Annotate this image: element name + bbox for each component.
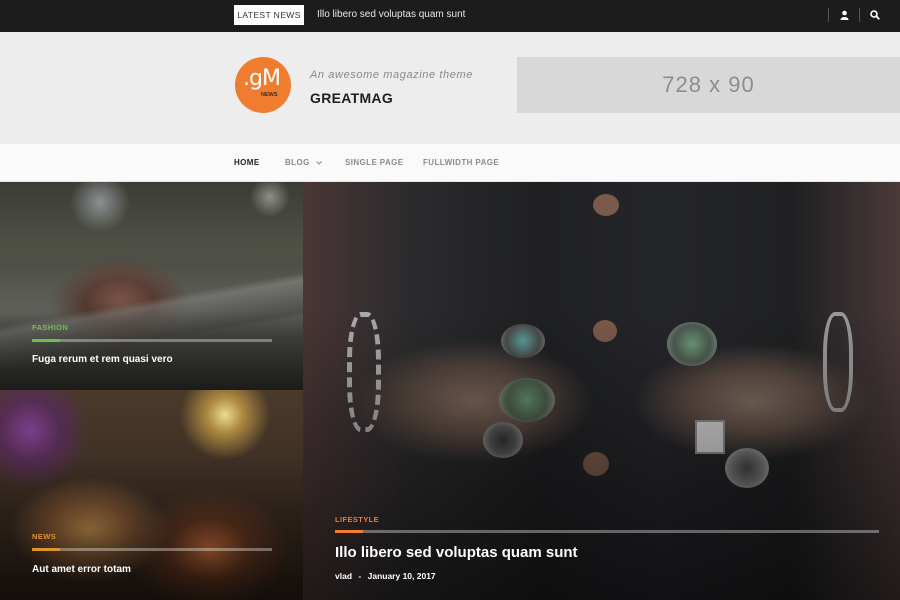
featured-post-card[interactable]: FASHION Fuga rerum et rem quasi vero: [0, 182, 303, 390]
search-icon[interactable]: [868, 8, 882, 22]
nav-item-label: BLOG: [285, 158, 310, 167]
image-overlay: [303, 182, 900, 600]
site-logo[interactable]: .gM NEWS: [235, 57, 291, 113]
featured-post-card[interactable]: LIFESTYLE Illo libero sed voluptas quam …: [303, 182, 900, 600]
nav-item-single-page[interactable]: SINGLE PAGE: [345, 158, 403, 167]
nav-item-home[interactable]: HOME: [234, 158, 260, 167]
divider: [828, 8, 829, 22]
post-category[interactable]: NEWS: [32, 532, 56, 541]
ad-banner[interactable]: 728 x 90: [517, 57, 900, 113]
post-title[interactable]: Aut amet error totam: [32, 564, 131, 575]
nav-item-label: FULLWIDTH PAGE: [423, 158, 500, 167]
category-accent: [335, 530, 363, 533]
nav-item-fullwidth-page[interactable]: FULLWIDTH PAGE: [423, 158, 499, 167]
top-bar: LATEST NEWS Illo libero sed voluptas qua…: [0, 0, 900, 32]
logo-subtext: NEWS: [261, 92, 278, 98]
nav-item-label: SINGLE PAGE: [345, 158, 404, 167]
post-author[interactable]: vlad: [335, 571, 352, 581]
category-accent: [32, 339, 60, 342]
top-icons: [828, 8, 882, 22]
category-accent: [32, 548, 60, 551]
site-header: .gM NEWS An awesome magazine theme GREAT…: [0, 32, 900, 144]
user-icon[interactable]: [837, 8, 851, 22]
post-title[interactable]: Illo libero sed voluptas quam sunt: [335, 544, 578, 561]
featured-post-card[interactable]: NEWS Aut amet error totam: [0, 390, 303, 600]
post-category[interactable]: LIFESTYLE: [335, 515, 379, 524]
news-ticker-link[interactable]: Illo libero sed voluptas quam sunt: [317, 9, 465, 20]
site-title[interactable]: GREATMAG: [310, 90, 393, 106]
site-tagline: An awesome magazine theme: [310, 69, 473, 81]
meta-separator: -: [358, 571, 362, 581]
nav-item-label: HOME: [234, 158, 260, 167]
main-nav: HOME BLOG SINGLE PAGE FULLWIDTH PAGE: [0, 144, 900, 182]
chevron-down-icon: [315, 160, 322, 165]
post-title[interactable]: Fuga rerum et rem quasi vero: [32, 354, 173, 365]
logo-text: .gM: [243, 66, 281, 91]
post-date[interactable]: January 10, 2017: [368, 571, 436, 581]
category-divider: [32, 339, 272, 342]
latest-news-badge: LATEST NEWS: [234, 5, 304, 25]
nav-item-blog[interactable]: BLOG: [285, 158, 322, 167]
category-divider: [32, 548, 272, 551]
post-meta: vlad - January 10, 2017: [335, 571, 436, 581]
post-category[interactable]: FASHION: [32, 323, 68, 332]
divider: [859, 8, 860, 22]
category-divider: [335, 530, 879, 533]
